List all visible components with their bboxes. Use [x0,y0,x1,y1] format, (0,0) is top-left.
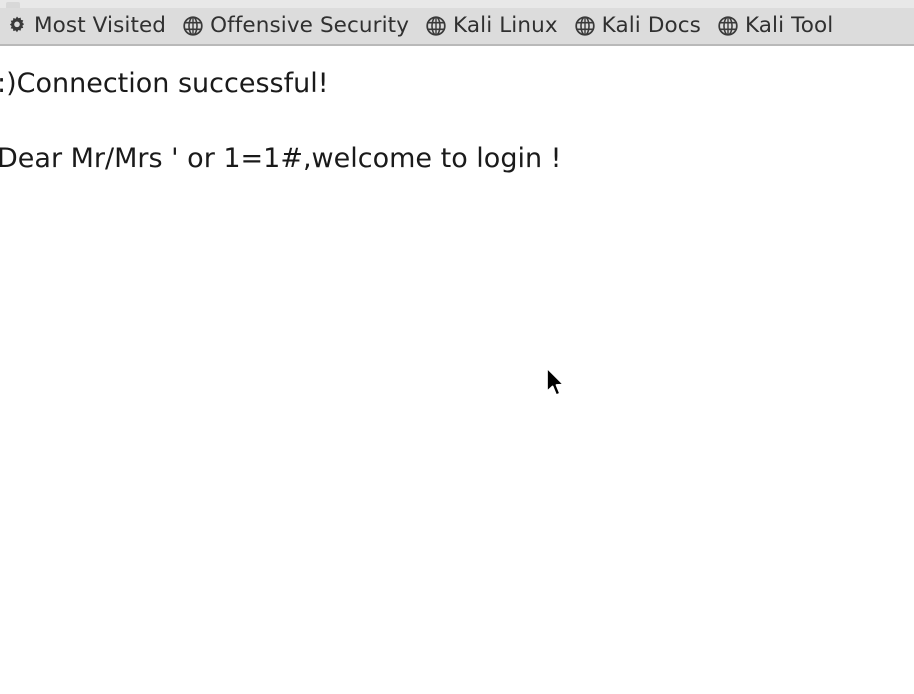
bookmark-label: Offensive Security [210,13,410,38]
bookmark-offensive-security[interactable]: Offensive Security [178,9,417,43]
bookmark-label: Kali Tool [744,13,834,38]
globe-icon [574,15,596,37]
gear-icon [6,15,28,37]
bookmarks-toolbar: Most Visited Offensive Security Kali Lin [0,8,914,46]
connection-status-text: :)Connection successful! [0,68,329,99]
globe-icon [182,15,204,37]
page-content-area: :)Connection successful! Dear Mr/Mrs ' o… [0,46,914,694]
welcome-message-text: Dear Mr/Mrs ' or 1=1#,welcome to login ! [0,143,562,174]
browser-toolbar-sliver [0,0,914,8]
globe-icon [717,15,739,37]
bookmark-most-visited[interactable]: Most Visited [2,9,174,43]
bookmark-kali-linux[interactable]: Kali Linux [421,9,566,43]
globe-icon [425,15,447,37]
bookmark-label: Most Visited [34,13,167,38]
bookmark-label: Kali Linux [453,13,558,38]
bookmark-label: Kali Docs [601,13,701,38]
bookmark-kali-tools[interactable]: Kali Tool [713,9,841,43]
bookmark-kali-docs[interactable]: Kali Docs [570,9,709,43]
